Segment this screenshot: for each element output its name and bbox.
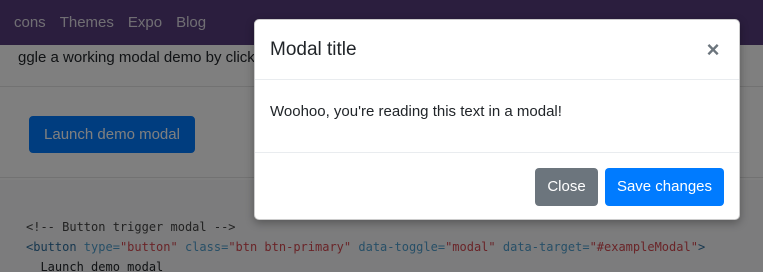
modal-body: Woohoo, you're reading this text in a mo… [255, 80, 739, 152]
modal-dialog: Modal title × Woohoo, you're reading thi… [254, 19, 740, 220]
save-changes-button[interactable]: Save changes [605, 167, 724, 206]
modal-header: Modal title × [255, 20, 739, 80]
close-button[interactable]: Close [535, 167, 598, 206]
modal-title: Modal title [270, 38, 357, 60]
modal-footer: Close Save changes [255, 152, 739, 219]
modal-body-text: Woohoo, you're reading this text in a mo… [270, 103, 562, 120]
close-icon[interactable]: × [703, 38, 723, 61]
